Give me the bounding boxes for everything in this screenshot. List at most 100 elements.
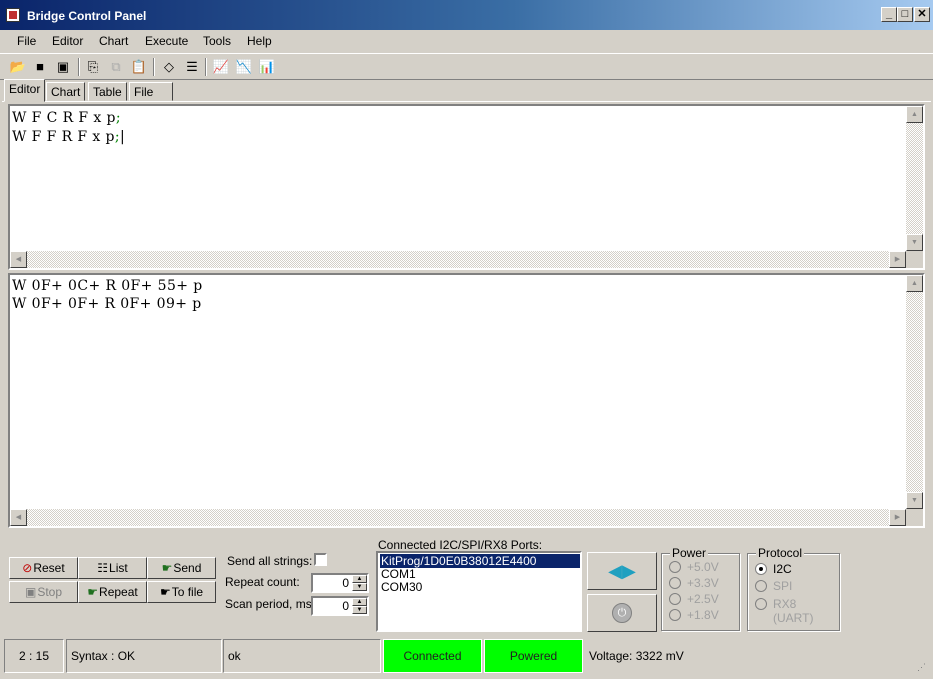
minimize-button[interactable]: _ [881, 7, 897, 22]
window-title: Bridge Control Panel [27, 9, 147, 23]
eraser-icon[interactable]: ◇ [160, 58, 178, 76]
power-option-label: +3.3V [687, 576, 719, 590]
protocol-radio-spi[interactable] [755, 580, 767, 592]
tab-chart[interactable]: Chart [46, 82, 86, 101]
status-voltage: Voltage: 3322 mV [589, 649, 684, 663]
toolbar-separator [153, 58, 155, 76]
stop-button[interactable]: ▣Stop [9, 581, 78, 603]
protocol-radio-rx8[interactable] [755, 598, 767, 610]
to-file-icon: ☛ [159, 585, 171, 599]
tab-table[interactable]: Table [88, 82, 127, 101]
chart-icon[interactable]: 📈 [212, 58, 230, 76]
repeat-count-spinner[interactable]: 0 ▲ ▼ [311, 573, 369, 593]
scan-period-value: 0 [342, 599, 349, 613]
scroll-left-icon[interactable]: ◀ [10, 251, 27, 268]
menu-bar: File Editor Chart Execute Tools Help [0, 30, 933, 52]
output-vscrollbar[interactable]: ▲ ▼ [906, 275, 923, 509]
status-message: ok [223, 639, 381, 673]
power-radio-1v8[interactable] [669, 609, 681, 621]
connect-toggle-button[interactable]: ◀▶ [587, 552, 657, 590]
menu-editor[interactable]: Editor [52, 34, 83, 48]
chart2-icon[interactable]: 📉 [235, 58, 253, 76]
send-all-strings-checkbox[interactable] [314, 553, 327, 566]
toolbar-separator [78, 58, 80, 76]
output-hscrollbar[interactable]: ◀ ▶ [10, 509, 906, 526]
menu-help[interactable]: Help [247, 34, 272, 48]
list-icon: ☷ [97, 561, 109, 575]
reset-icon: ⊘ [22, 561, 33, 575]
editor-pane[interactable]: W F C R F x p; W F F R F x p;| ▲ ▼ ◀ ▶ [8, 104, 925, 270]
menu-tools[interactable]: Tools [203, 34, 231, 48]
port-item[interactable]: KitProg/1D0E0B38012E4400 [380, 554, 580, 568]
tab-strip-line [2, 101, 931, 102]
status-syntax: Syntax : OK [66, 639, 222, 673]
paste-icon[interactable]: 📋 [130, 58, 148, 76]
save-all-icon[interactable]: ▣ [54, 58, 72, 76]
power-groupbox: Power +5.0V +3.3V +2.5V +1.8V [661, 546, 740, 631]
spin-down-icon[interactable]: ▼ [352, 606, 367, 614]
menu-execute[interactable]: Execute [145, 34, 188, 48]
scroll-down-icon[interactable]: ▼ [906, 492, 923, 509]
repeat-icon: ☛ [87, 585, 99, 599]
spin-down-icon[interactable]: ▼ [352, 583, 367, 591]
tab-editor[interactable]: Editor [4, 79, 46, 102]
power-option-label: +5.0V [687, 560, 719, 574]
output-pane[interactable]: W 0F+ 0C+ R 0F+ 55+ p W 0F+ 0F+ R 0F+ 09… [8, 273, 925, 528]
power-option-label: +1.8V [687, 608, 719, 622]
status-connected: Connected [383, 639, 482, 673]
protocol-groupbox: Protocol I2C SPI RX8 (UART) [747, 546, 840, 631]
scroll-up-icon[interactable]: ▲ [906, 106, 923, 123]
save-icon[interactable]: ■ [31, 58, 49, 76]
power-radio-3v3[interactable] [669, 577, 681, 589]
port-item[interactable]: COM1 [380, 567, 580, 581]
scroll-right-icon[interactable]: ▶ [889, 251, 906, 268]
connect-arrows-icon: ◀▶ [608, 561, 636, 581]
send-icon: ☛ [161, 561, 173, 575]
reset-button[interactable]: ⊘Reset [9, 557, 78, 579]
protocol-option-label: SPI [773, 579, 793, 593]
editor-vscrollbar[interactable]: ▲ ▼ [906, 106, 923, 251]
scan-period-spinner[interactable]: 0 ▲ ▼ [311, 596, 369, 616]
menu-chart[interactable]: Chart [99, 34, 128, 48]
protocol-option-label: I2C [773, 562, 792, 576]
spin-up-icon[interactable]: ▲ [352, 598, 367, 606]
tab-file[interactable]: File [129, 82, 173, 101]
menu-file[interactable]: File [17, 34, 36, 48]
send-all-strings-label: Send all strings: [227, 554, 313, 568]
ports-listbox[interactable]: KitProg/1D0E0B38012E4400 COM1 COM30 [376, 551, 582, 632]
title-bar: Bridge Control Panel _ □ ✕ [0, 0, 933, 30]
close-button[interactable]: ✕ [914, 7, 930, 22]
repeat-count-label: Repeat count: [225, 575, 300, 589]
editor-line: W F C R F x p; [12, 110, 121, 126]
repeat-button[interactable]: ☛Repeat [78, 581, 147, 603]
power-toggle-button[interactable]: ⏻ [587, 594, 657, 632]
scan-period-label: Scan period, ms: [225, 597, 316, 611]
send-button[interactable]: ☛Send [147, 557, 216, 579]
power-radio-5v[interactable] [669, 561, 681, 573]
copy-icon[interactable]: ⧉ [107, 58, 125, 76]
editor-hscrollbar[interactable]: ◀ ▶ [10, 251, 906, 268]
resize-grip-icon[interactable]: ⋰ [917, 662, 929, 674]
to-file-button[interactable]: ☛To file [147, 581, 216, 603]
app-icon [6, 8, 20, 22]
scroll-right-icon[interactable]: ▶ [889, 509, 906, 526]
scroll-down-icon[interactable]: ▼ [906, 234, 923, 251]
power-radio-2v5[interactable] [669, 593, 681, 605]
scroll-corner [906, 251, 923, 268]
copy-file-icon[interactable]: ⎘ [84, 58, 102, 76]
list-icon[interactable]: ☰ [183, 58, 201, 76]
scroll-left-icon[interactable]: ◀ [10, 509, 27, 526]
port-item[interactable]: COM30 [380, 580, 580, 594]
open-icon[interactable]: 📂 [9, 58, 27, 76]
toolbar: 📂 ■ ▣ ⎘ ⧉ 📋 ◇ ☰ 📈 📉 📊 [0, 53, 933, 80]
scroll-up-icon[interactable]: ▲ [906, 275, 923, 292]
chart3-icon[interactable]: 📊 [258, 58, 276, 76]
repeat-count-value: 0 [342, 576, 349, 590]
power-title: Power [670, 546, 709, 560]
protocol-radio-i2c[interactable] [755, 563, 767, 575]
spin-up-icon[interactable]: ▲ [352, 575, 367, 583]
maximize-button[interactable]: □ [897, 7, 913, 22]
list-button[interactable]: ☷List [78, 557, 147, 579]
output-line: W 0F+ 0C+ R 0F+ 55+ p [12, 278, 203, 294]
output-line: W 0F+ 0F+ R 0F+ 09+ p [12, 296, 202, 312]
